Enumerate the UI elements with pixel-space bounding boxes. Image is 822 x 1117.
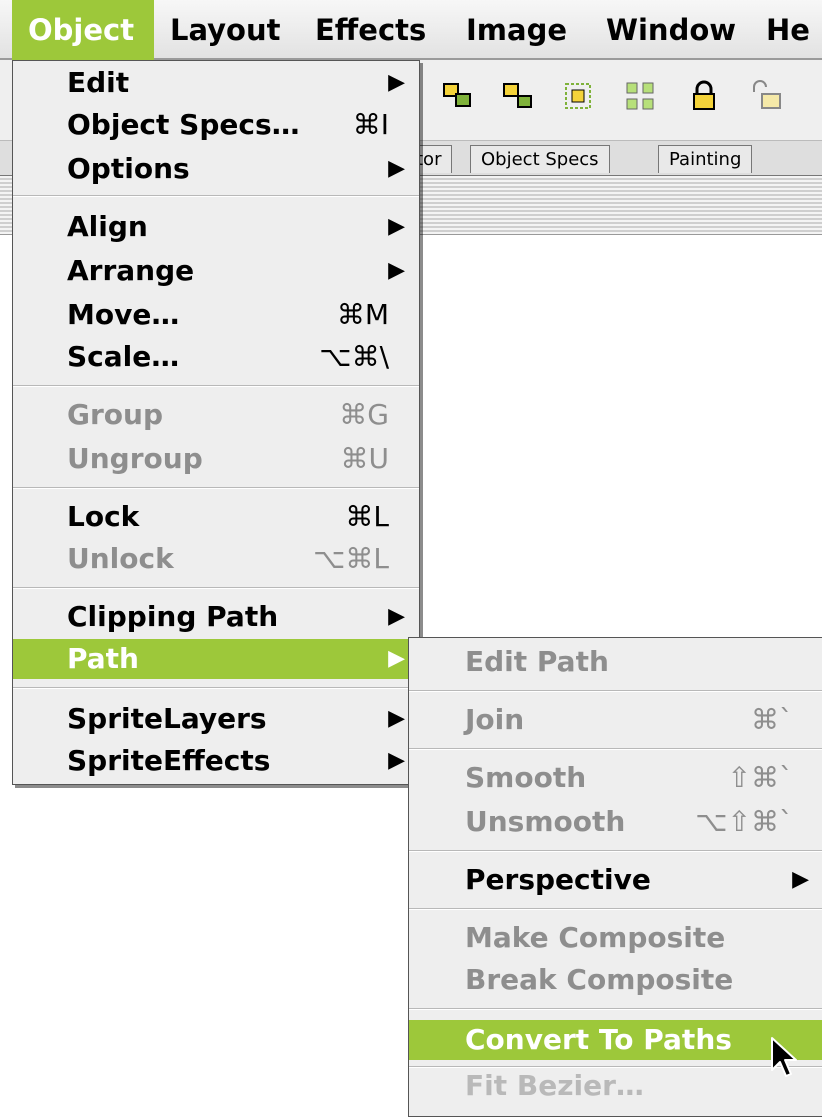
- menu-item-align[interactable]: Align ▶: [13, 207, 419, 247]
- menu-item-shortcut: ⌥⇧⌘`: [695, 805, 793, 838]
- menu-item-shortcut: ⇧⌘`: [727, 761, 793, 794]
- menu-item-unlock[interactable]: Unlock ⌥⌘L: [13, 539, 419, 579]
- menu-item-shortcut: ⌥⌘L: [313, 542, 389, 575]
- menu-item-label: Align: [67, 210, 148, 243]
- menu-item-spriteeffects[interactable]: SpriteEffects ▶: [13, 741, 419, 781]
- menubar-help[interactable]: He: [766, 0, 810, 60]
- menu-item-label: Unsmooth: [465, 805, 626, 838]
- menu-separator: [409, 690, 822, 692]
- menu-bar: Object Layout Effects Image Window He: [0, 0, 822, 60]
- menu-separator: [13, 687, 419, 689]
- menu-item-label: Arrange: [67, 254, 195, 287]
- menu-item-label: Smooth: [465, 761, 587, 794]
- menu-item-shortcut: ⌘M: [336, 298, 389, 331]
- menu-item-group[interactable]: Group ⌘G: [13, 395, 419, 435]
- menu-separator: [409, 748, 822, 750]
- tab-object-specs[interactable]: Object Specs: [470, 145, 610, 173]
- menubar-image[interactable]: Image: [466, 0, 567, 60]
- submenu-arrow-icon: ▶: [388, 70, 405, 95]
- menu-item-label: Edit Path: [465, 645, 609, 678]
- menu-item-label: Group: [67, 398, 164, 431]
- menu-item-break-composite[interactable]: Break Composite: [409, 960, 822, 1000]
- menu-item-fit-bezier[interactable]: Fit Bezier…: [409, 1066, 822, 1106]
- menu-item-scale[interactable]: Scale… ⌥⌘\: [13, 337, 419, 377]
- menu-separator: [13, 487, 419, 489]
- menu-item-label: Path: [67, 642, 139, 675]
- group-icon[interactable]: [440, 78, 476, 114]
- object-menu: Edit ▶ Object Specs… ⌘I Options ▶ Align …: [12, 60, 420, 785]
- distribute-icon[interactable]: [622, 78, 658, 114]
- menu-item-ungroup[interactable]: Ungroup ⌘U: [13, 439, 419, 479]
- menu-item-clipping-path[interactable]: Clipping Path ▶: [13, 597, 419, 637]
- menu-item-shortcut: ⌘L: [345, 500, 389, 533]
- menu-item-label: Make Composite: [465, 921, 726, 954]
- menu-item-label: Move…: [67, 298, 180, 331]
- menubar-layout[interactable]: Layout: [170, 0, 281, 60]
- menu-item-options[interactable]: Options ▶: [13, 149, 419, 189]
- menu-item-label: SpriteEffects: [67, 744, 271, 777]
- menu-item-shortcut: ⌥⌘\: [319, 340, 389, 373]
- submenu-arrow-icon: ▶: [388, 706, 405, 731]
- menu-item-shortcut: ⌘U: [340, 442, 390, 475]
- menu-item-label: SpriteLayers: [67, 702, 267, 735]
- menu-item-label: Object Specs…: [67, 108, 300, 141]
- menu-item-label: Join: [465, 703, 525, 736]
- menu-item-label: Unlock: [67, 542, 174, 575]
- menu-item-path[interactable]: Path ▶: [13, 639, 419, 679]
- align-icon[interactable]: [560, 78, 596, 114]
- mouse-pointer-icon: [770, 1036, 800, 1080]
- lock-icon[interactable]: [686, 78, 722, 114]
- menu-item-join[interactable]: Join ⌘`: [409, 700, 822, 740]
- menu-item-label: Edit: [67, 66, 130, 99]
- menu-item-arrange[interactable]: Arrange ▶: [13, 251, 419, 291]
- menu-item-label: Break Composite: [465, 963, 734, 996]
- menu-separator: [13, 385, 419, 387]
- submenu-arrow-icon: ▶: [388, 646, 405, 671]
- menubar-effects[interactable]: Effects: [315, 0, 426, 60]
- menu-item-label: Perspective: [465, 863, 651, 896]
- ungroup-icon[interactable]: [500, 78, 536, 114]
- unlock-icon[interactable]: [748, 78, 784, 114]
- menu-item-object-specs[interactable]: Object Specs… ⌘I: [13, 105, 419, 145]
- menu-item-lock[interactable]: Lock ⌘L: [13, 497, 419, 537]
- menu-item-smooth[interactable]: Smooth ⇧⌘`: [409, 758, 822, 798]
- menu-item-edit-path[interactable]: Edit Path: [409, 642, 822, 682]
- submenu-arrow-icon: ▶: [388, 156, 405, 181]
- menu-separator: [13, 587, 419, 589]
- menu-item-shortcut: ⌘`: [751, 703, 793, 736]
- menu-separator: [409, 908, 822, 910]
- submenu-arrow-icon: ▶: [388, 258, 405, 283]
- menu-item-convert-to-paths[interactable]: Convert To Paths: [409, 1020, 822, 1060]
- path-submenu: Edit Path Join ⌘` Smooth ⇧⌘` Unsmooth ⌥⇧…: [408, 637, 822, 1117]
- menu-item-label: Convert To Paths: [465, 1023, 732, 1056]
- menu-item-move[interactable]: Move… ⌘M: [13, 295, 419, 335]
- menu-separator: [13, 195, 419, 197]
- menu-item-label: Clipping Path: [67, 600, 279, 633]
- menu-item-unsmooth[interactable]: Unsmooth ⌥⇧⌘`: [409, 802, 822, 842]
- menu-item-label: Fit Bezier…: [465, 1069, 644, 1102]
- menu-item-label: Lock: [67, 500, 140, 533]
- submenu-arrow-icon: ▶: [388, 604, 405, 629]
- menubar-window[interactable]: Window: [606, 0, 736, 60]
- menu-item-edit[interactable]: Edit ▶: [13, 63, 419, 103]
- menu-item-perspective[interactable]: Perspective ▶: [409, 860, 822, 900]
- menu-item-label: Ungroup: [67, 442, 203, 475]
- menu-item-spritelayers[interactable]: SpriteLayers ▶: [13, 699, 419, 739]
- menubar-object[interactable]: Object: [12, 0, 154, 60]
- menu-item-label: Scale…: [67, 340, 180, 373]
- submenu-arrow-icon: ▶: [388, 214, 405, 239]
- submenu-arrow-icon: ▶: [792, 867, 809, 892]
- menu-item-label: Options: [67, 152, 190, 185]
- tab-painting[interactable]: Painting: [658, 145, 753, 173]
- menu-item-shortcut: ⌘G: [339, 398, 389, 431]
- submenu-arrow-icon: ▶: [388, 748, 405, 773]
- menu-item-shortcut: ⌘I: [352, 108, 389, 141]
- menu-item-make-composite[interactable]: Make Composite: [409, 918, 822, 958]
- menu-separator: [409, 850, 822, 852]
- menu-separator: [409, 1008, 822, 1010]
